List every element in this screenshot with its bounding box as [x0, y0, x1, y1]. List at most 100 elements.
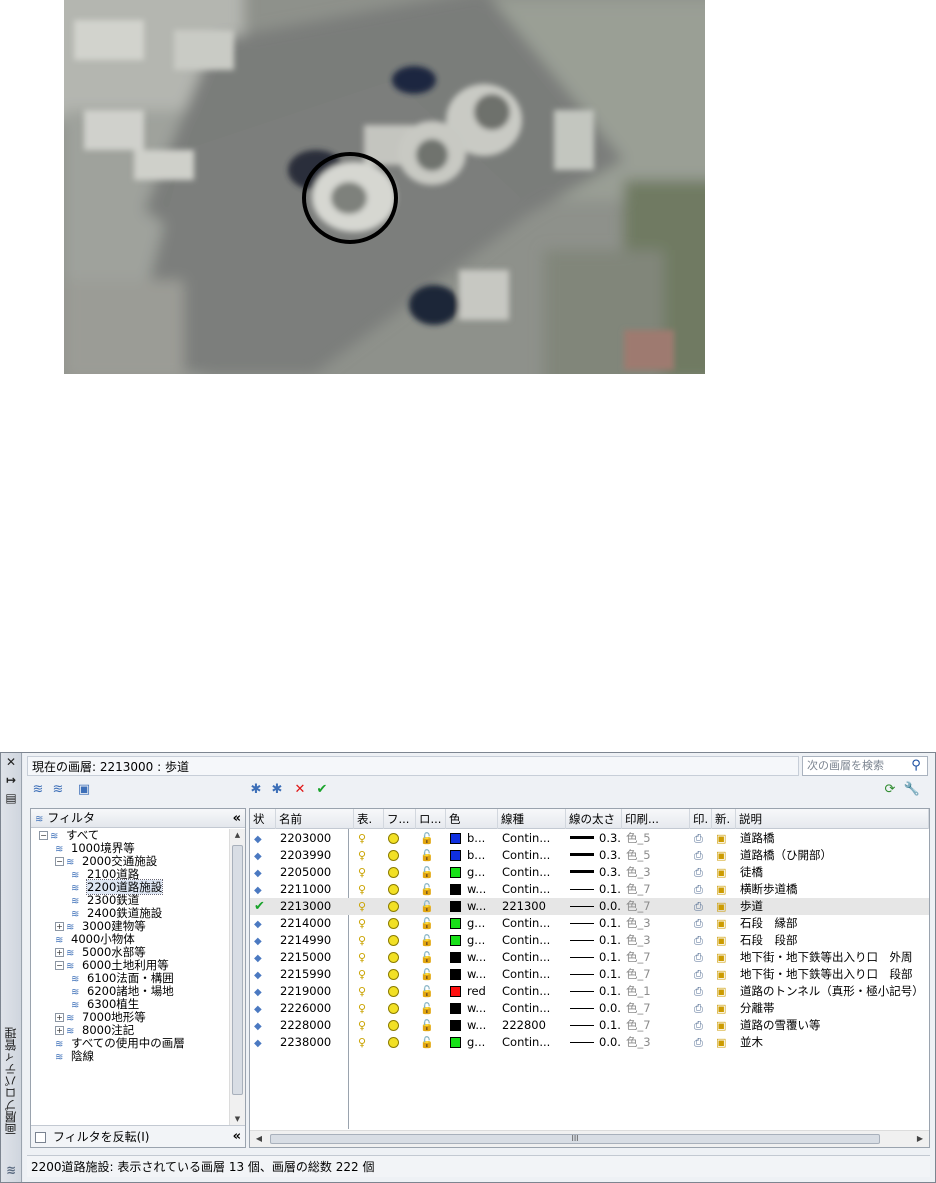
lineweight-value[interactable]: 0.3... [599, 865, 622, 879]
color-swatch[interactable] [450, 986, 461, 997]
lineweight-value[interactable]: 0.1... [599, 967, 622, 981]
plot-style[interactable]: 色_7 [626, 882, 651, 896]
cell-color[interactable]: g... [450, 915, 498, 932]
cell-on[interactable]: ♀ [358, 949, 384, 966]
tree-node[interactable]: ≋ 陰線 [55, 1049, 94, 1064]
cell-plot-style[interactable]: 色_7 [626, 1000, 690, 1017]
plot-style[interactable]: 色_3 [626, 933, 651, 947]
col-header-color[interactable]: 色 [446, 809, 498, 829]
layer-description[interactable]: 石段 縁部 [740, 916, 798, 930]
new-vp-freeze-icon[interactable]: ▣ [716, 849, 726, 862]
cell-status[interactable]: ◆ [254, 1034, 276, 1051]
lightbulb-icon[interactable]: ♀ [358, 917, 366, 930]
close-icon[interactable]: ✕ [4, 755, 18, 769]
cell-lock[interactable]: 🔓 [420, 830, 446, 847]
tree-node-label[interactable]: 2100道路 [87, 867, 139, 881]
cell-on[interactable]: ♀ [358, 1034, 384, 1051]
tree-node-label[interactable]: 2200道路施設 [85, 879, 164, 895]
scroll-up-icon[interactable]: ▲ [230, 829, 245, 841]
cell-freeze[interactable] [388, 1017, 416, 1034]
cell-description[interactable]: 道路のトンネル（真形・極小記号） [740, 983, 929, 1000]
properties-icon[interactable]: ▤ [4, 791, 18, 805]
layer-row[interactable]: ◆ 2214000 ♀ 🔓 g... Contin... 0.1... 色_3 ⎙ ▣ 石段 縁部 [250, 915, 929, 932]
invert-filter-checkbox[interactable] [35, 1132, 46, 1143]
set-current-icon[interactable]: ✔ [313, 781, 331, 799]
cell-lock[interactable]: 🔓 [420, 864, 446, 881]
sun-icon[interactable] [388, 884, 399, 895]
grid-scroll-thumb[interactable]: III [270, 1134, 880, 1144]
cell-lineweight[interactable]: 0.0... [570, 898, 622, 915]
cell-new-vp-freeze[interactable]: ▣ [716, 1000, 736, 1017]
cell-plot[interactable]: ⎙ [694, 983, 712, 1000]
layer-name[interactable]: 2226000 [280, 1001, 331, 1015]
lineweight-value[interactable]: 0.0... [599, 1035, 622, 1049]
unlock-icon[interactable]: 🔓 [420, 985, 434, 998]
tree-node-label[interactable]: 1000境界等 [71, 841, 135, 855]
printer-icon[interactable]: ⎙ [694, 849, 703, 862]
layer-row[interactable]: ◆ 2238000 ♀ 🔓 g... Contin... 0.0... 色_3 ⎙ ▣ 並木 [250, 1034, 929, 1051]
linetype[interactable]: Contin... [502, 848, 550, 862]
cell-freeze[interactable] [388, 966, 416, 983]
cell-plot-style[interactable]: 色_7 [626, 881, 690, 898]
cell-on[interactable]: ♀ [358, 847, 384, 864]
new-vp-freeze-icon[interactable]: ▣ [716, 934, 726, 947]
printer-icon[interactable]: ⎙ [694, 951, 703, 964]
layer-name[interactable]: 2214990 [280, 933, 331, 947]
new-vp-freeze-icon[interactable]: ▣ [716, 917, 726, 930]
lightbulb-icon[interactable]: ♀ [358, 985, 366, 998]
cell-on[interactable]: ♀ [358, 1000, 384, 1017]
layer-name[interactable]: 2203990 [280, 848, 331, 862]
color-name[interactable]: w... [467, 899, 486, 913]
layer-description[interactable]: 徒橋 [740, 865, 763, 879]
cell-new-vp-freeze[interactable]: ▣ [716, 983, 736, 1000]
cell-linetype[interactable]: Contin... [502, 949, 566, 966]
tree-expander-icon[interactable]: + [55, 948, 64, 957]
cell-name[interactable]: 2238000 [280, 1034, 354, 1051]
color-name[interactable]: w... [467, 1018, 486, 1032]
cell-lock[interactable]: 🔓 [420, 847, 446, 864]
lightbulb-icon[interactable]: ♀ [358, 1002, 366, 1015]
sun-icon[interactable] [388, 867, 399, 878]
cell-description[interactable]: 横断歩道橋 [740, 881, 929, 898]
col-header-plot-style[interactable]: 印刷... [622, 809, 690, 829]
unlock-icon[interactable]: 🔓 [420, 832, 434, 845]
cell-color[interactable]: b... [450, 830, 498, 847]
printer-icon[interactable]: ⎙ [694, 917, 703, 930]
cell-description[interactable]: 石段 段部 [740, 932, 929, 949]
cell-plot[interactable]: ⎙ [694, 847, 712, 864]
color-swatch[interactable] [450, 850, 461, 861]
layer-row[interactable]: ◆ 2226000 ♀ 🔓 w... Contin... 0.0... 色_7 ⎙ ▣ 分離帯 [250, 1000, 929, 1017]
cell-lock[interactable]: 🔓 [420, 1017, 446, 1034]
scroll-down-icon[interactable]: ▼ [230, 1113, 245, 1125]
cell-plot-style[interactable]: 色_7 [626, 1017, 690, 1034]
tree-node-label[interactable]: すべての使用中の画層 [71, 1036, 185, 1050]
cell-plot[interactable]: ⎙ [694, 1000, 712, 1017]
tree-node-label[interactable]: 7000地形等 [82, 1010, 146, 1024]
cell-freeze[interactable] [388, 1034, 416, 1051]
color-name[interactable]: g... [467, 865, 485, 879]
tree-expander-icon[interactable]: + [55, 1026, 64, 1035]
col-header-lineweight[interactable]: 線の太さ [566, 809, 622, 829]
color-swatch[interactable] [450, 969, 461, 980]
cell-new-vp-freeze[interactable]: ▣ [716, 881, 736, 898]
cell-new-vp-freeze[interactable]: ▣ [716, 915, 736, 932]
cell-new-vp-freeze[interactable]: ▣ [716, 830, 736, 847]
cell-freeze[interactable] [388, 1000, 416, 1017]
layer-description[interactable]: 地下街・地下鉄等出入り口 段部 [740, 967, 913, 981]
layer-name[interactable]: 2213000 [280, 899, 331, 913]
cell-freeze[interactable] [388, 949, 416, 966]
tree-node-label[interactable]: 陰線 [71, 1049, 94, 1063]
cell-plot[interactable]: ⎙ [694, 966, 712, 983]
cell-linetype[interactable]: Contin... [502, 847, 566, 864]
cell-status[interactable]: ◆ [254, 881, 276, 898]
layer-states-manager-icon[interactable]: ▣ [75, 781, 93, 799]
cell-plot-style[interactable]: 色_7 [626, 898, 690, 915]
layer-name[interactable]: 2203000 [280, 831, 331, 845]
cell-status[interactable]: ◆ [254, 966, 276, 983]
tree-node-label[interactable]: 4000小物体 [71, 932, 135, 946]
cell-plot[interactable]: ⎙ [694, 1017, 712, 1034]
cell-new-vp-freeze[interactable]: ▣ [716, 949, 736, 966]
col-header-lock[interactable]: ロ... [416, 809, 446, 829]
layer-name[interactable]: 2228000 [280, 1018, 331, 1032]
cell-freeze[interactable] [388, 881, 416, 898]
